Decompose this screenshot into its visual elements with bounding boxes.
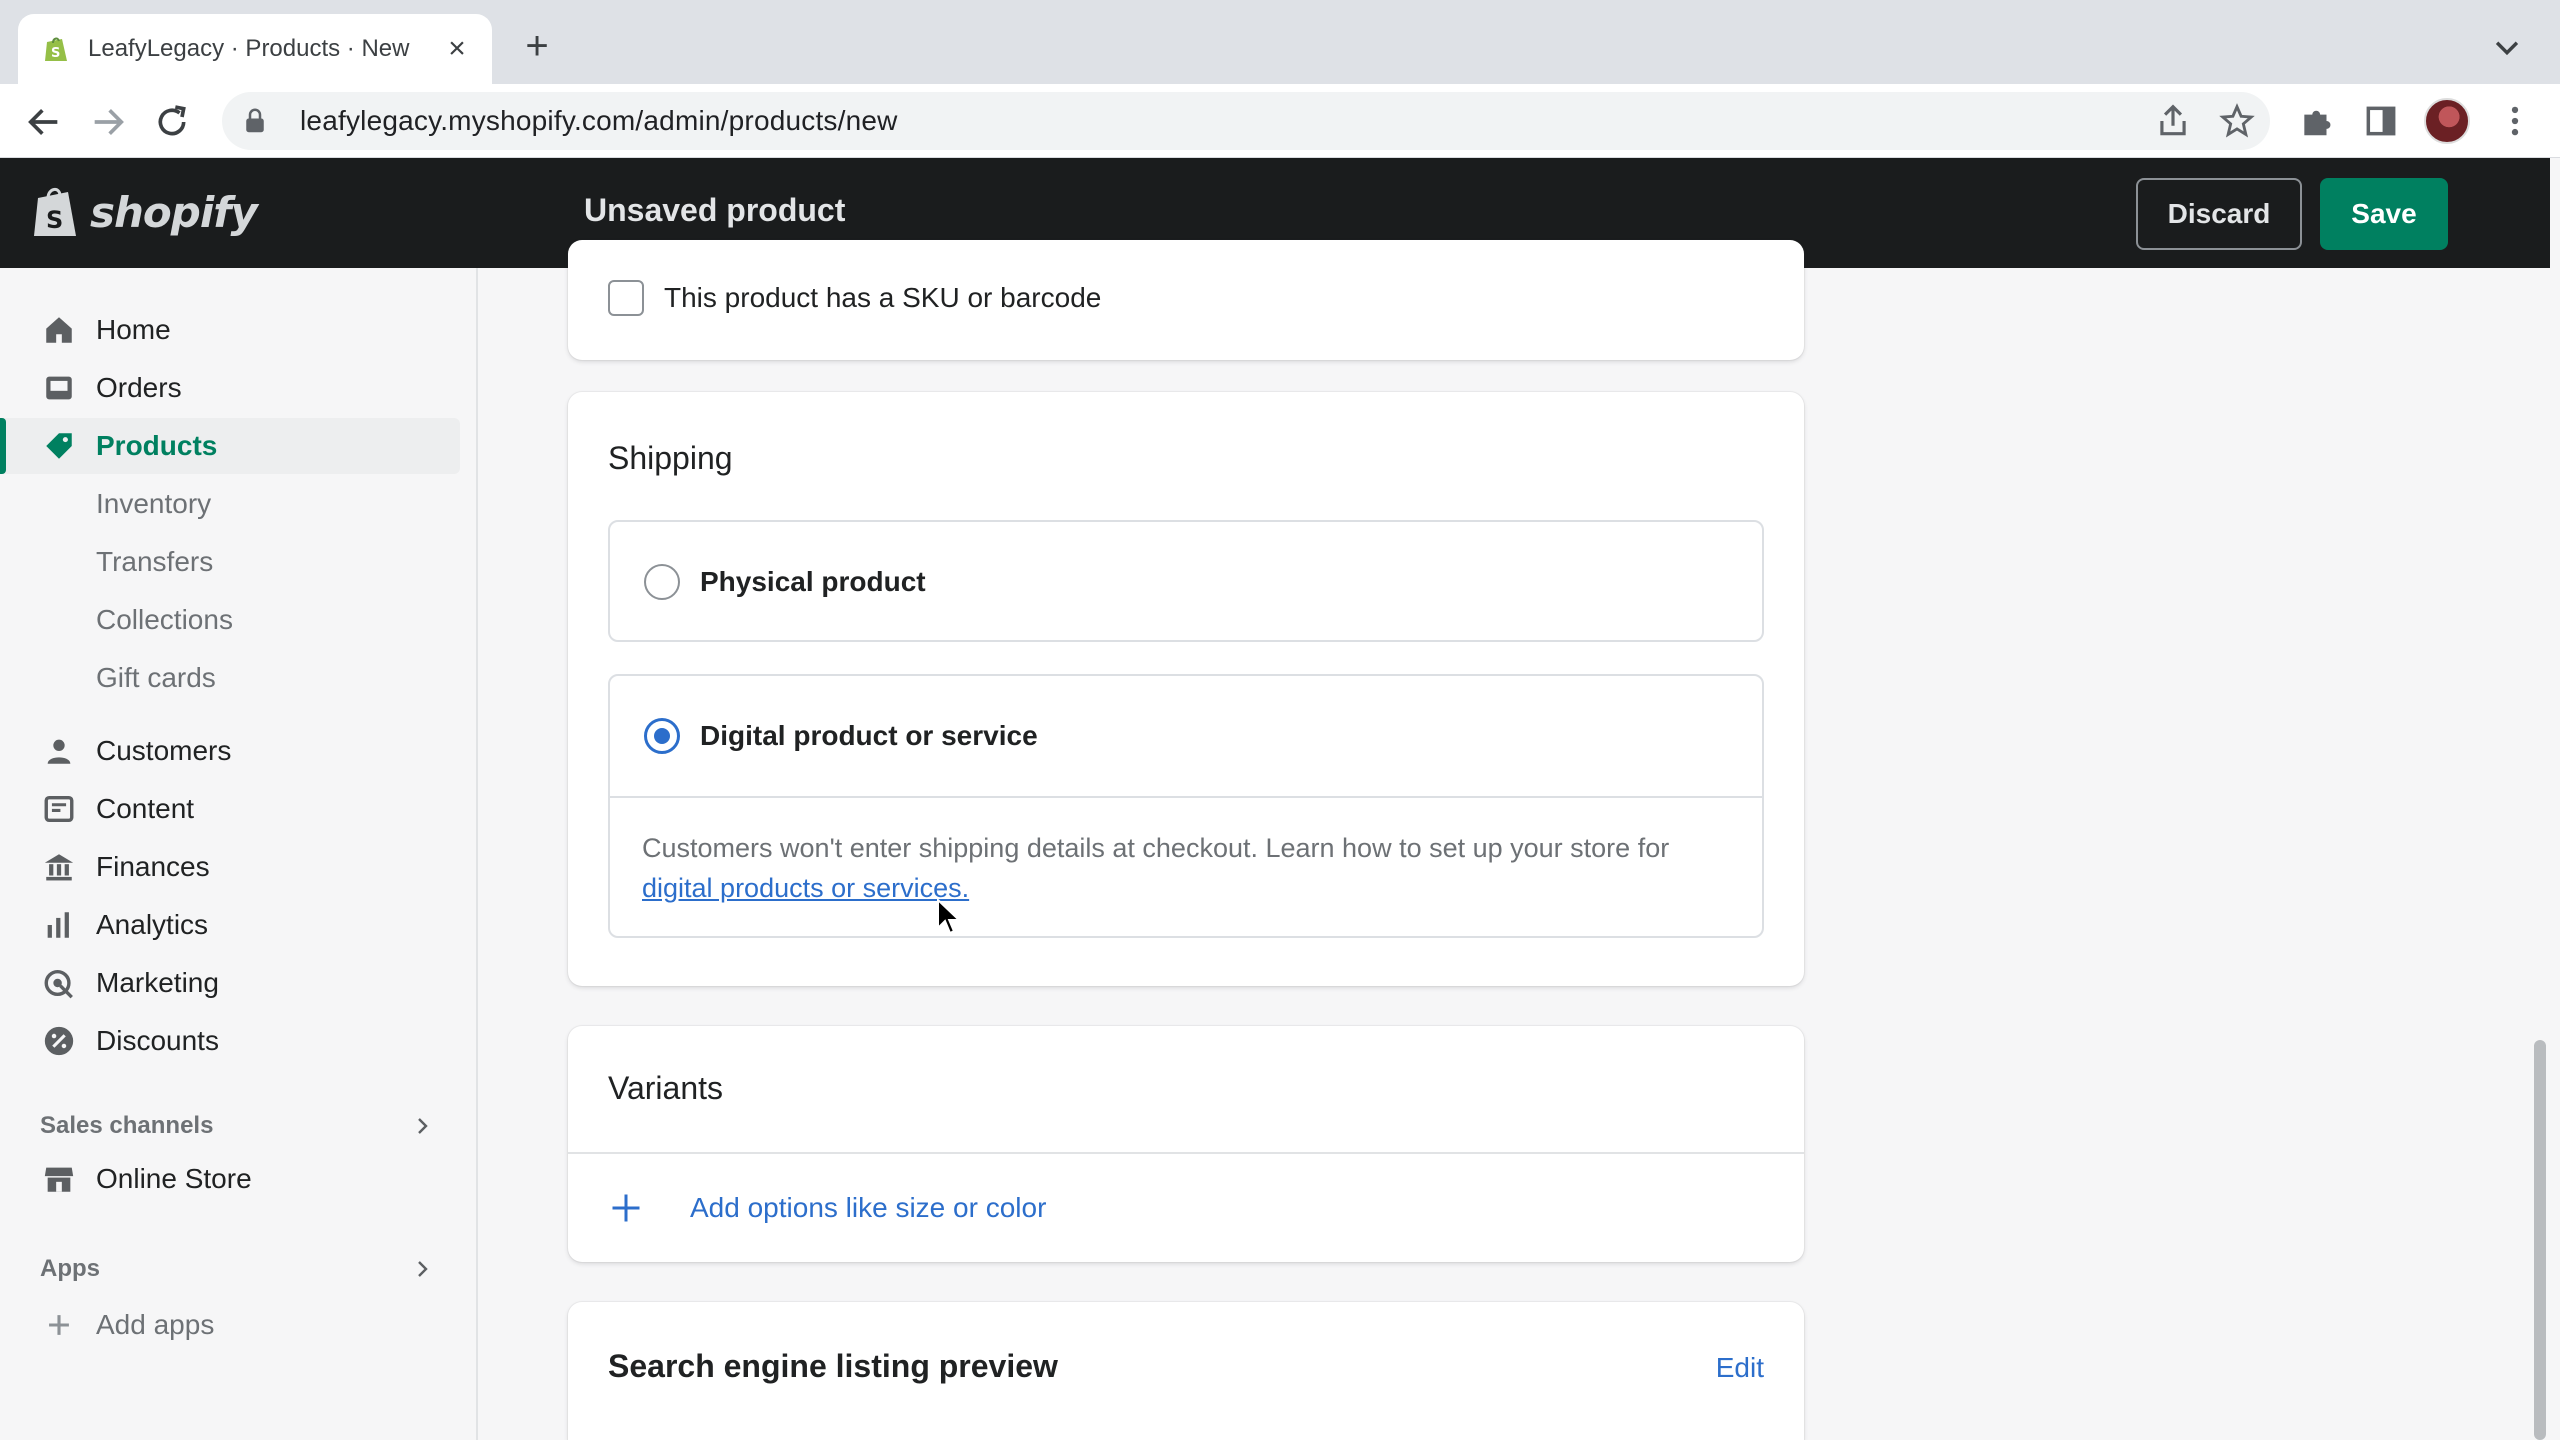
card-divider [568, 1152, 1804, 1154]
side-panel-icon[interactable] [2362, 102, 2400, 140]
more-vert-icon[interactable] [2496, 102, 2534, 140]
sidebar-item-online-store[interactable]: Online Store [0, 1151, 460, 1207]
sidebar-item-customers[interactable]: Customers [0, 723, 460, 779]
discard-button[interactable]: Discard [2136, 178, 2302, 250]
marketing-icon [44, 969, 73, 999]
shopify-logo[interactable]: S shopify [30, 184, 258, 240]
sidebar-item-label: Content [96, 793, 195, 824]
close-tab-icon[interactable]: × [440, 34, 474, 64]
sidebar-item-analytics[interactable]: Analytics [0, 897, 460, 953]
sidebar-item-label: Finances [96, 851, 210, 882]
shopify-favicon-icon: S [45, 37, 67, 61]
sku-checkbox[interactable] [608, 280, 644, 316]
apps-heading: Apps [40, 1255, 100, 1282]
discount-icon [44, 1026, 74, 1056]
digital-product-radio[interactable] [644, 718, 680, 754]
sidebar-item-inventory[interactable]: Inventory [0, 476, 460, 532]
store-icon [44, 1167, 74, 1192]
sidebar-item-label: Marketing [96, 967, 219, 998]
lock-icon [246, 108, 264, 133]
extensions-puzzle-icon[interactable] [2298, 102, 2336, 140]
sidebar-item-marketing[interactable]: Marketing [0, 955, 460, 1011]
sales-channels-heading: Sales channels [40, 1112, 214, 1139]
plus-icon [49, 1315, 69, 1335]
sidebar-item-orders[interactable]: Orders [0, 360, 460, 416]
physical-product-option[interactable]: Physical product [608, 520, 1764, 642]
home-icon [46, 317, 72, 343]
variants-card: Variants Add options like size or color [568, 1026, 1804, 1262]
option-divider [610, 796, 1762, 798]
sidebar-item-label: Home [96, 314, 171, 345]
sidebar-item-label: Gift cards [96, 662, 216, 693]
physical-product-label: Physical product [700, 566, 926, 597]
browser-tab-bar: S LeafyLegacy · Products · New × + [0, 0, 2560, 84]
shipping-card: Shipping Physical product Digital produc… [568, 392, 1804, 986]
sidebar-item-content[interactable]: Content [0, 781, 460, 837]
browser-tab-title: LeafyLegacy · Products · New [88, 35, 410, 62]
plus-icon [612, 1194, 640, 1222]
digital-product-option[interactable]: Digital product or service Customers won… [608, 674, 1764, 938]
person-icon [47, 739, 71, 764]
page-title: Unsaved product [584, 192, 846, 228]
sidebar-item-label: Add apps [96, 1309, 215, 1340]
seo-edit-link[interactable]: Edit [1716, 1352, 1764, 1384]
page-scrollbar[interactable] [2534, 1040, 2546, 1440]
digital-product-label: Digital product or service [700, 720, 1038, 751]
sidebar-item-label: Orders [96, 372, 182, 403]
seo-title: Search engine listing preview [608, 1348, 1058, 1384]
seo-preview-card: Search engine listing preview Edit [568, 1302, 1804, 1440]
sidebar-item-add-apps[interactable]: Add apps [0, 1297, 460, 1353]
url-text: leafylegacy.myshopify.com/admin/products… [300, 105, 898, 136]
variants-title: Variants [608, 1070, 724, 1106]
physical-product-radio[interactable] [644, 564, 680, 600]
inventory-card: This product has a SKU or barcode [568, 240, 1804, 360]
reload-icon[interactable] [152, 102, 192, 142]
forward-arrow-icon[interactable] [88, 102, 128, 142]
sidebar-item-label: Analytics [96, 909, 209, 940]
admin-sidebar: Home Orders Products Inventory Transfers… [0, 268, 478, 1440]
chevron-right-icon[interactable] [410, 1257, 434, 1281]
browser-toolbar: leafylegacy.myshopify.com/admin/products… [0, 84, 2560, 158]
sidebar-item-collections[interactable]: Collections [0, 592, 460, 648]
sidebar-item-products[interactable]: Products [0, 418, 460, 474]
save-button[interactable]: Save [2320, 178, 2448, 250]
svg-text:S: S [46, 206, 63, 234]
back-arrow-icon[interactable] [24, 102, 64, 142]
content-icon [44, 795, 74, 823]
digital-help-text: Customers won't enter shipping details a… [642, 833, 1670, 903]
sidebar-item-label: Inventory [96, 488, 212, 519]
mouse-cursor-icon [937, 898, 962, 935]
sidebar-item-gift-cards[interactable]: Gift cards [0, 650, 460, 706]
sidebar-item-label: Online Store [96, 1163, 252, 1194]
shopify-bag-icon: S [34, 188, 76, 236]
bank-icon [44, 854, 74, 881]
sidebar-item-finances[interactable]: Finances [0, 839, 460, 895]
shopify-wordmark: shopify [90, 187, 258, 237]
sidebar-item-label: Products [96, 430, 218, 461]
digital-products-link[interactable]: digital products or services. [642, 873, 969, 903]
sidebar-item-label: Customers [96, 735, 232, 766]
sidebar-item-home[interactable]: Home [0, 302, 460, 358]
new-tab-icon[interactable]: + [514, 26, 560, 66]
bar-chart-icon [47, 912, 69, 938]
browser-tab[interactable]: S LeafyLegacy · Products · New × [18, 14, 492, 84]
sidebar-item-label: Collections [96, 604, 233, 635]
shipping-title: Shipping [608, 440, 733, 476]
sidebar-item-label: Transfers [96, 546, 214, 577]
svg-text:S: S [51, 46, 60, 61]
sidebar-item-transfers[interactable]: Transfers [0, 534, 460, 590]
tag-icon [46, 433, 72, 459]
orders-icon [46, 376, 72, 400]
add-options-label: Add options like size or color [690, 1192, 1047, 1223]
add-options-button[interactable]: Add options like size or color [608, 1190, 1046, 1226]
chevron-down-icon[interactable] [2490, 30, 2524, 64]
chevron-right-icon[interactable] [410, 1114, 434, 1138]
sidebar-item-label: Discounts [96, 1025, 219, 1056]
sidebar-item-discounts[interactable]: Discounts [0, 1013, 460, 1069]
sku-checkbox-label: This product has a SKU or barcode [664, 282, 1102, 313]
share-icon[interactable] [2154, 102, 2192, 140]
address-bar[interactable]: leafylegacy.myshopify.com/admin/products… [222, 92, 2270, 150]
star-bookmark-icon[interactable] [2218, 102, 2256, 140]
profile-avatar[interactable] [2424, 98, 2470, 144]
